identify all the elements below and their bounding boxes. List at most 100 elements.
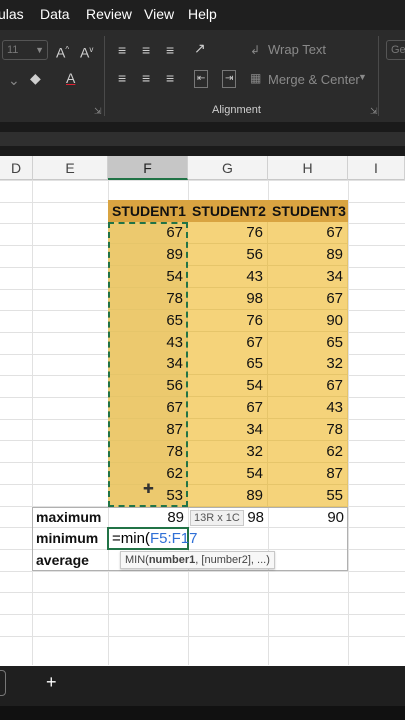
column-header-d[interactable]: D — [0, 156, 33, 180]
maximum-label[interactable]: maximum — [32, 507, 108, 528]
data-cell[interactable]: 56 — [188, 244, 268, 266]
minimum-label[interactable]: minimum — [32, 528, 108, 549]
wrap-text-button[interactable]: Wrap Text — [268, 42, 326, 57]
data-cell[interactable]: 78 — [108, 288, 188, 310]
data-cell[interactable]: 67 — [268, 288, 348, 310]
data-cell[interactable]: 34 — [188, 419, 268, 441]
data-cell[interactable]: 87 — [268, 463, 348, 485]
column-header-i[interactable]: I — [348, 156, 405, 180]
data-cell[interactable]: 67 — [268, 375, 348, 397]
data-cell[interactable]: 67 — [268, 222, 348, 244]
selection-size-tip: 13R x 1C — [190, 510, 244, 526]
data-cell[interactable]: 43 — [188, 266, 268, 288]
data-cell[interactable]: 32 — [188, 441, 268, 463]
grid-line-horizontal — [0, 614, 405, 615]
font-color-icon[interactable]: A — [66, 70, 75, 86]
data-cell[interactable]: 65 — [268, 332, 348, 354]
header-cell-student1[interactable]: STUDENT1 — [108, 200, 188, 223]
data-cell[interactable]: 67 — [108, 397, 188, 419]
grid-line-horizontal — [0, 636, 405, 637]
data-cell[interactable]: 67 — [108, 222, 188, 244]
data-cell[interactable]: 65 — [188, 353, 268, 375]
data-cell[interactable]: 89 — [108, 244, 188, 266]
menu-view[interactable]: View — [144, 6, 174, 22]
align-middle-icon[interactable]: ≡ — [142, 42, 150, 58]
fill-color-icon[interactable]: ◆ — [30, 70, 41, 86]
column-header-h[interactable]: H — [268, 156, 348, 180]
header-cell-student2[interactable]: STUDENT2 — [188, 200, 268, 223]
data-cell[interactable]: 43 — [108, 332, 188, 354]
font-size-value: 11 — [7, 44, 19, 56]
chevron-down-icon[interactable]: ⌄ — [8, 72, 20, 88]
grid-line-horizontal — [0, 571, 405, 572]
column-header-e[interactable]: E — [33, 156, 108, 180]
data-cell[interactable]: 55 — [268, 485, 348, 507]
data-cell[interactable]: 54 — [188, 375, 268, 397]
header-cell-student3[interactable]: STUDENT3 — [268, 200, 348, 223]
max-value-h[interactable]: 90 — [268, 507, 348, 528]
align-right-icon[interactable]: ≡ — [166, 70, 174, 86]
data-cell[interactable]: 34 — [108, 353, 188, 375]
align-left-icon[interactable]: ≡ — [118, 70, 126, 86]
data-cell[interactable]: 65 — [108, 310, 188, 332]
font-size-box[interactable]: 11 ▼ — [2, 40, 48, 60]
formula-prefix: =min( — [112, 530, 150, 547]
data-cell[interactable]: 34 — [268, 266, 348, 288]
menu-formulas[interactable]: ulas — [0, 6, 24, 22]
data-cell[interactable]: 89 — [268, 244, 348, 266]
data-cell[interactable]: 78 — [108, 441, 188, 463]
sheet-tab-bar: + — [0, 666, 405, 706]
merge-icon: ▦ — [250, 71, 262, 85]
data-cell[interactable]: 76 — [188, 310, 268, 332]
data-cell[interactable]: 67 — [188, 332, 268, 354]
align-center-icon[interactable]: ≡ — [142, 70, 150, 86]
data-cell[interactable]: 43 — [268, 397, 348, 419]
data-cell[interactable]: 62 — [268, 441, 348, 463]
decrease-indent-icon[interactable]: ⇤ — [194, 70, 209, 88]
data-cell[interactable]: 78 — [268, 419, 348, 441]
menu-data[interactable]: Data — [40, 6, 70, 22]
align-top-icon[interactable]: ≡ — [118, 42, 126, 58]
data-cell[interactable]: 54 — [188, 463, 268, 485]
data-cell[interactable]: 56 — [108, 375, 188, 397]
wrap-text-icon: ↲ — [250, 43, 261, 57]
ribbon: 11 ▼ A^ Av ⌄ ◆ A ≡ ≡ ≡ ↗ ≡ ≡ ≡ ⇤ ⇥ ↲ Wra… — [0, 30, 405, 122]
data-cell[interactable]: 32 — [268, 353, 348, 375]
max-value-f[interactable]: 89 — [108, 507, 188, 528]
add-sheet-button[interactable]: + — [46, 672, 57, 693]
sheet-tab[interactable] — [0, 670, 6, 696]
menu-review[interactable]: Review — [86, 6, 132, 22]
increase-indent-icon[interactable]: ⇥ — [222, 70, 237, 88]
align-bottom-icon[interactable]: ≡ — [166, 42, 174, 58]
increase-font-icon[interactable]: A^ — [56, 42, 69, 61]
active-cell-formula[interactable]: =min(F5:F17 — [107, 527, 197, 550]
average-label[interactable]: average — [32, 550, 108, 571]
formula-range-ref: F5:F17 — [149, 530, 198, 547]
orientation-icon[interactable]: ↗ — [194, 40, 206, 56]
dialog-launcher-icon[interactable]: ⇲ — [94, 106, 102, 117]
cursor-plus-icon: ✚ — [143, 481, 154, 496]
data-cell[interactable]: 90 — [268, 310, 348, 332]
decrease-font-icon[interactable]: Av — [80, 42, 93, 61]
data-cell[interactable]: 67 — [188, 397, 268, 419]
tooltip-arg1[interactable]: number1 — [149, 554, 195, 566]
menu-help[interactable]: Help — [188, 6, 217, 22]
data-cell[interactable]: 76 — [188, 222, 268, 244]
data-cell[interactable]: 54 — [108, 266, 188, 288]
formula-bar[interactable] — [0, 132, 405, 146]
dialog-launcher-icon[interactable]: ⇲ — [370, 106, 378, 117]
column-header-f[interactable]: F — [108, 156, 188, 180]
data-cell[interactable]: 89 — [188, 485, 268, 507]
function-tooltip: MIN(number1, [number2], ...) — [120, 551, 275, 569]
number-format-box[interactable]: Gen — [386, 40, 405, 60]
chevron-down-icon[interactable]: ▼ — [358, 72, 367, 82]
data-cell[interactable]: 98 — [188, 288, 268, 310]
column-headers: D E F G H I — [0, 156, 405, 180]
alignment-group-label: Alignment — [212, 104, 261, 116]
data-cell[interactable]: 87 — [108, 419, 188, 441]
chevron-down-icon: ▼ — [35, 45, 44, 55]
number-format-value: Gen — [391, 44, 405, 56]
column-header-g[interactable]: G — [188, 156, 268, 180]
tooltip-args-rest: , [number2], ...) — [195, 554, 270, 566]
merge-center-button[interactable]: Merge & Center — [268, 72, 360, 87]
